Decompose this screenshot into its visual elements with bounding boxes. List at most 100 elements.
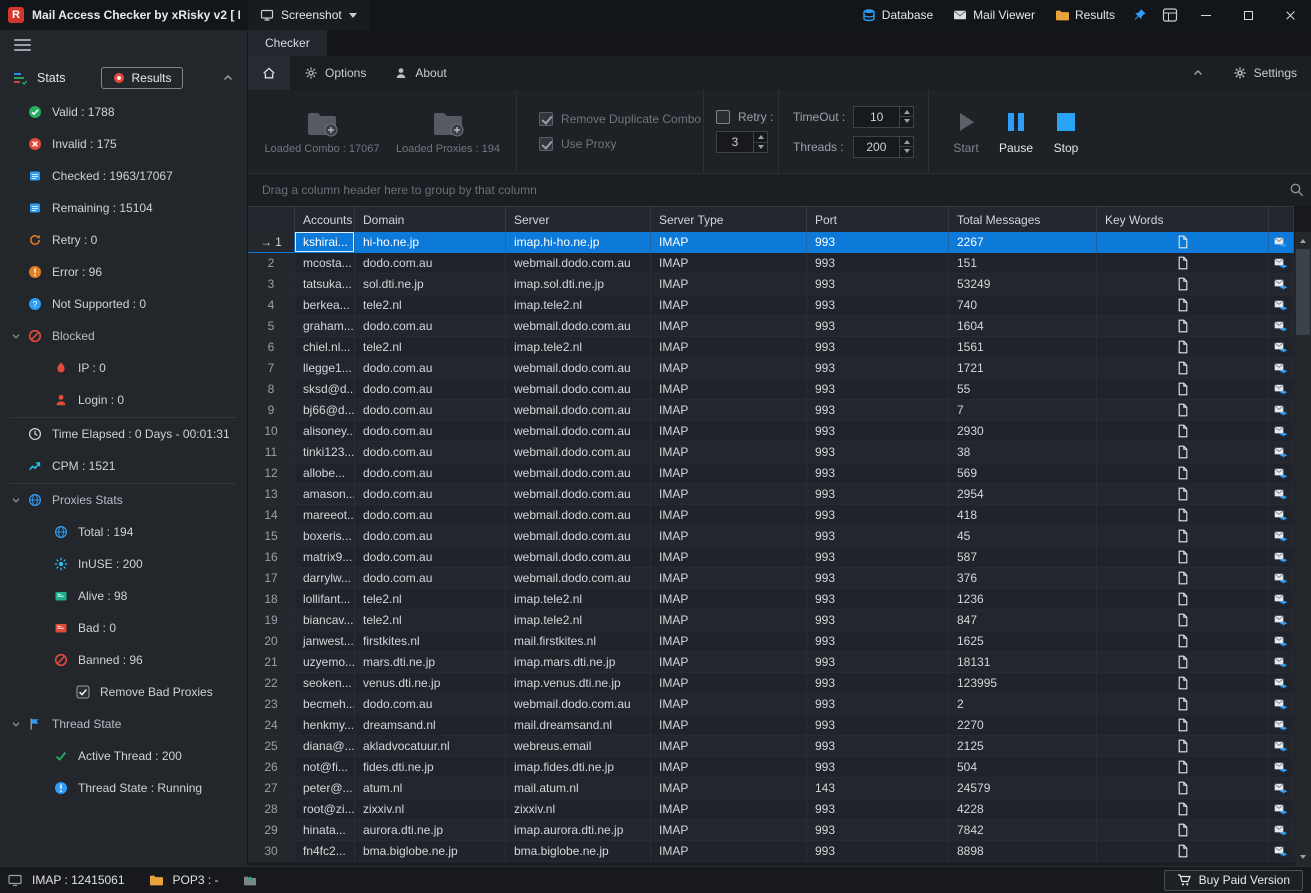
- table-row[interactable]: 25diana@...akladvocatuur.nlwebreus.email…: [248, 736, 1294, 757]
- cell-keywords[interactable]: [1097, 421, 1269, 442]
- cell-domain[interactable]: dodo.com.au: [355, 379, 506, 400]
- cell-domain[interactable]: dodo.com.au: [355, 505, 506, 526]
- cell-port[interactable]: 993: [807, 589, 949, 610]
- cell-keywords[interactable]: [1097, 547, 1269, 568]
- table-row[interactable]: 30fn4fc2...bma.biglobe.ne.jpbma.biglobe.…: [248, 841, 1294, 862]
- cell-domain[interactable]: sol.dti.ne.jp: [355, 274, 506, 295]
- cell-server-type[interactable]: IMAP: [651, 505, 807, 526]
- cell-keywords[interactable]: [1097, 673, 1269, 694]
- minimize-button[interactable]: [1185, 0, 1227, 30]
- cell-port[interactable]: 993: [807, 631, 949, 652]
- pin-button[interactable]: [1125, 0, 1155, 30]
- open-mail-button[interactable]: [1269, 610, 1294, 631]
- cell-total-messages[interactable]: 569: [949, 463, 1097, 484]
- cell-port[interactable]: 993: [807, 820, 949, 841]
- table-row[interactable]: 3tatsuka...sol.dti.ne.jpimap.sol.dti.ne.…: [248, 274, 1294, 295]
- cell-server-type[interactable]: IMAP: [651, 484, 807, 505]
- cell-total-messages[interactable]: 740: [949, 295, 1097, 316]
- cell-total-messages[interactable]: 1625: [949, 631, 1097, 652]
- open-mail-button[interactable]: [1269, 526, 1294, 547]
- open-mail-button[interactable]: [1269, 421, 1294, 442]
- cell-server-type[interactable]: IMAP: [651, 232, 807, 253]
- screenshot-button[interactable]: Screenshot: [248, 0, 369, 30]
- cell-server[interactable]: mail.dreamsand.nl: [506, 715, 651, 736]
- sidebar-item-alive[interactable]: Alive : 98: [0, 580, 247, 612]
- cell-keywords[interactable]: [1097, 358, 1269, 379]
- tab-home[interactable]: [248, 56, 290, 90]
- cell-port[interactable]: 993: [807, 421, 949, 442]
- cell-server-type[interactable]: IMAP: [651, 568, 807, 589]
- cell-keywords[interactable]: [1097, 652, 1269, 673]
- table-row[interactable]: →1kshirai...hi-ho.ne.jpimap.hi-ho.ne.jpI…: [248, 232, 1294, 253]
- cell-server-type[interactable]: IMAP: [651, 631, 807, 652]
- cell-server[interactable]: bma.biglobe.ne.jp: [506, 841, 651, 862]
- cell-total-messages[interactable]: 38: [949, 442, 1097, 463]
- cell-domain[interactable]: tele2.nl: [355, 589, 506, 610]
- table-row[interactable]: 12allobe...dodo.com.auwebmail.dodo.com.a…: [248, 463, 1294, 484]
- sidebar-item-remaining[interactable]: Remaining : 15104: [0, 192, 247, 224]
- cell-domain[interactable]: akladvocatuur.nl: [355, 736, 506, 757]
- cell-server[interactable]: webmail.dodo.com.au: [506, 442, 651, 463]
- table-row[interactable]: 19biancav...tele2.nlimap.tele2.nlIMAP993…: [248, 610, 1294, 631]
- cell-account[interactable]: biancav...: [295, 610, 355, 631]
- open-mail-button[interactable]: [1269, 295, 1294, 316]
- cell-account[interactable]: janwest...: [295, 631, 355, 652]
- cell-port[interactable]: 993: [807, 379, 949, 400]
- cell-domain[interactable]: dodo.com.au: [355, 694, 506, 715]
- cell-server[interactable]: webmail.dodo.com.au: [506, 526, 651, 547]
- cell-server-type[interactable]: IMAP: [651, 379, 807, 400]
- column-header-server-type[interactable]: Server Type: [651, 207, 807, 233]
- cell-domain[interactable]: dodo.com.au: [355, 358, 506, 379]
- cell-account[interactable]: alisoney...: [295, 421, 355, 442]
- cell-total-messages[interactable]: 8898: [949, 841, 1097, 862]
- cell-domain[interactable]: zixxiv.nl: [355, 799, 506, 820]
- sidebar-item-total[interactable]: Total : 194: [0, 516, 247, 548]
- cell-keywords[interactable]: [1097, 442, 1269, 463]
- cell-server-type[interactable]: IMAP: [651, 421, 807, 442]
- cell-port[interactable]: 993: [807, 253, 949, 274]
- cell-account[interactable]: bj66@d...: [295, 400, 355, 421]
- open-mail-button[interactable]: [1269, 694, 1294, 715]
- threads-spinner[interactable]: 200: [853, 136, 914, 158]
- cell-server-type[interactable]: IMAP: [651, 610, 807, 631]
- cell-server[interactable]: imap.hi-ho.ne.jp: [506, 232, 651, 253]
- vertical-scrollbar[interactable]: [1294, 232, 1311, 866]
- cell-domain[interactable]: venus.dti.ne.jp: [355, 673, 506, 694]
- cell-server[interactable]: mail.atum.nl: [506, 778, 651, 799]
- cell-account[interactable]: allobe...: [295, 463, 355, 484]
- cell-port[interactable]: 993: [807, 757, 949, 778]
- cell-domain[interactable]: dodo.com.au: [355, 526, 506, 547]
- column-header-key-words[interactable]: Key Words: [1097, 207, 1269, 233]
- sidebar-item-blocked[interactable]: Blocked: [0, 320, 247, 352]
- cell-port[interactable]: 993: [807, 232, 949, 253]
- cell-server[interactable]: imap.fides.dti.ne.jp: [506, 757, 651, 778]
- spinner-up-button[interactable]: [754, 132, 767, 143]
- results-button[interactable]: Results: [1045, 0, 1125, 30]
- column-header-port[interactable]: Port: [807, 207, 949, 233]
- sidebar-item-thread-state[interactable]: Thread State : Running: [0, 772, 247, 804]
- cell-keywords[interactable]: [1097, 778, 1269, 799]
- sidebar-item-retry[interactable]: Retry : 0: [0, 224, 247, 256]
- cell-account[interactable]: matrix9...: [295, 547, 355, 568]
- cell-keywords[interactable]: [1097, 295, 1269, 316]
- timeout-spinner[interactable]: 10: [853, 106, 914, 128]
- table-row[interactable]: 28root@zi...zixxiv.nlzixxiv.nlIMAP993422…: [248, 799, 1294, 820]
- start-button[interactable]: Start: [943, 100, 989, 164]
- cell-domain[interactable]: tele2.nl: [355, 610, 506, 631]
- spinner-up-button[interactable]: [900, 137, 913, 148]
- cell-server[interactable]: webmail.dodo.com.au: [506, 484, 651, 505]
- cell-keywords[interactable]: [1097, 400, 1269, 421]
- sidebar-item-ip[interactable]: IP : 0: [0, 352, 247, 384]
- open-mail-button[interactable]: [1269, 652, 1294, 673]
- load-proxies-button[interactable]: Loaded Proxies : 194: [388, 96, 508, 168]
- open-mail-button[interactable]: [1269, 232, 1294, 253]
- spinner-down-button[interactable]: [900, 147, 913, 157]
- cell-port[interactable]: 993: [807, 337, 949, 358]
- menu-button[interactable]: [0, 30, 247, 60]
- settings-button[interactable]: Settings: [1219, 56, 1311, 90]
- sidebar-item-error[interactable]: Error : 96: [0, 256, 247, 288]
- cell-keywords[interactable]: [1097, 715, 1269, 736]
- cell-total-messages[interactable]: 2: [949, 694, 1097, 715]
- cell-total-messages[interactable]: 2125: [949, 736, 1097, 757]
- cell-total-messages[interactable]: 418: [949, 505, 1097, 526]
